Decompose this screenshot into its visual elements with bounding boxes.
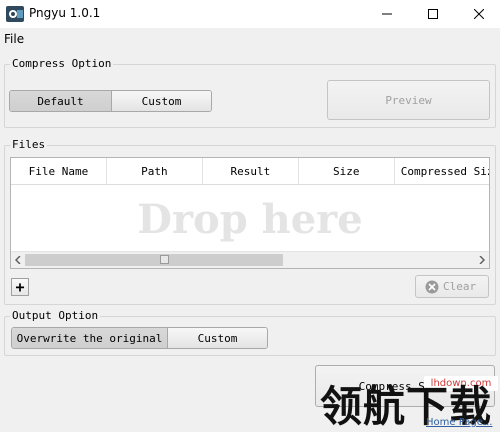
files-title: Files: [10, 138, 48, 151]
menu-file[interactable]: File: [4, 32, 24, 46]
compress-mode-toggle: Default Custom: [9, 90, 212, 112]
output-custom-button[interactable]: Custom: [167, 328, 267, 348]
column-result[interactable]: Result: [203, 158, 299, 185]
preview-button[interactable]: Preview: [327, 80, 490, 120]
custom-mode-button[interactable]: Custom: [111, 91, 211, 111]
chevron-left-icon: [15, 256, 21, 264]
compress-option-title: Compress Option: [10, 57, 114, 70]
maximize-button[interactable]: [410, 0, 456, 28]
drop-hint: Drop here: [137, 196, 363, 243]
minimize-button[interactable]: [364, 0, 410, 28]
column-file-name[interactable]: File Name: [11, 158, 107, 185]
output-option-title: Output Option: [10, 309, 101, 322]
file-table[interactable]: File Name Path Result Size Compressed Si…: [10, 157, 490, 269]
home-page-link[interactable]: Home Page...: [426, 417, 492, 428]
window-title: Pngyu 1.0.1: [29, 6, 101, 20]
chevron-right-icon: [479, 256, 485, 264]
close-icon: [474, 9, 484, 19]
table-header: File Name Path Result Size Compressed Si…: [11, 158, 489, 185]
scroll-grip: [160, 255, 169, 264]
scroll-thumb[interactable]: [25, 254, 283, 266]
clear-label: Clear: [443, 280, 477, 293]
horizontal-scrollbar[interactable]: [11, 251, 489, 268]
minimize-icon: [382, 13, 392, 15]
column-path[interactable]: Path: [107, 158, 203, 185]
maximize-icon: [428, 9, 438, 19]
app-logo-icon: [6, 6, 24, 22]
default-mode-button[interactable]: Default: [10, 91, 111, 111]
close-button[interactable]: [456, 0, 500, 28]
menu-bar: File: [0, 28, 500, 50]
clear-icon: [425, 280, 439, 293]
title-bar: Pngyu 1.0.1: [0, 0, 500, 28]
add-file-button[interactable]: +: [11, 278, 29, 296]
clear-button[interactable]: Clear: [415, 275, 489, 298]
overwrite-original-button[interactable]: Overwrite the original: [12, 328, 167, 348]
scroll-right-arrow[interactable]: [475, 252, 489, 268]
scroll-left-arrow[interactable]: [11, 252, 25, 268]
output-mode-toggle: Overwrite the original Custom: [11, 327, 268, 349]
column-compressed-size[interactable]: Compressed Size: [395, 158, 489, 185]
column-size[interactable]: Size: [299, 158, 395, 185]
